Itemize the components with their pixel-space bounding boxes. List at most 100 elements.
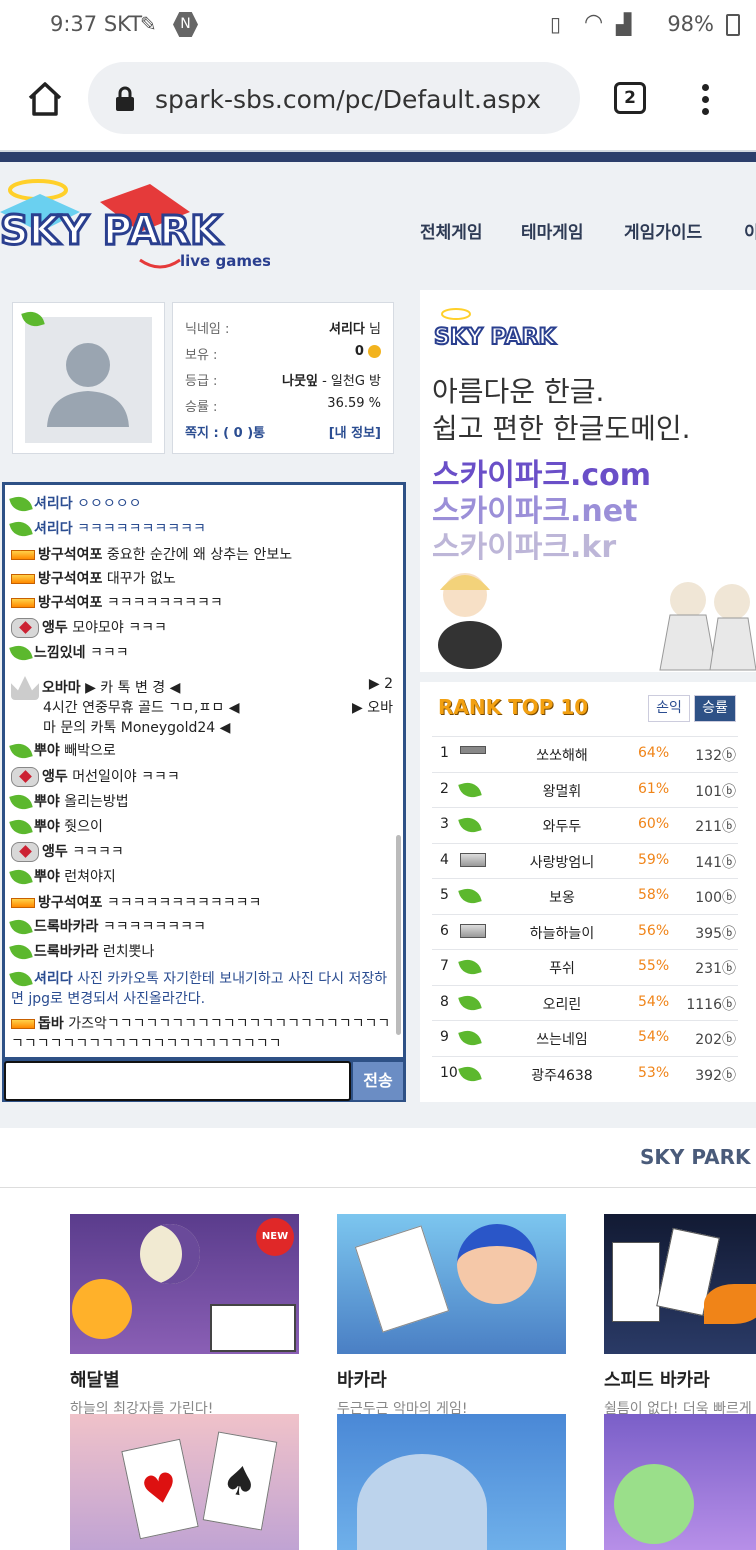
rank-row[interactable]: 1 쏘쏘해해 64% 132ⓑ <box>432 736 738 771</box>
chat-nickname[interactable]: 방구석여포 <box>38 895 102 911</box>
rank-row[interactable]: 7 푸쉬 55% 231ⓑ <box>432 949 738 984</box>
chat-nickname[interactable]: 방구석여포 <box>38 571 102 587</box>
game-title[interactable]: 해달별 <box>70 1366 299 1392</box>
chat-message: 방구석여포 중요한 순간에 왜 상추는 안보노 <box>11 545 396 565</box>
chat-nickname[interactable]: 느낌있네 <box>34 645 86 661</box>
game-card-odd-even[interactable] <box>337 1414 566 1550</box>
flag-icon <box>460 923 486 938</box>
skypark-logo[interactable]: SKY PARK live games <box>0 172 270 277</box>
flame-icon <box>704 1284 756 1324</box>
chat-scrollbar[interactable] <box>396 835 401 1035</box>
nav-more[interactable]: 이 <box>744 218 756 243</box>
game-card-baccarat[interactable]: 바카라 두근두근 악마의 게임! <box>337 1214 566 1418</box>
chat-nickname[interactable]: 돕바 <box>38 1016 64 1032</box>
chat-nickname[interactable]: 오바마 <box>42 680 81 696</box>
chat-message: 느낌있네 ㅋㅋㅋ <box>9 642 396 664</box>
rank-row[interactable]: 4 사랑방엄니 59% 141ⓑ <box>432 842 738 878</box>
chat-nickname[interactable]: 셔리다 <box>34 971 73 987</box>
leaf-icon <box>9 642 33 664</box>
nav-all-games[interactable]: 전체게임 <box>420 218 483 243</box>
rank-nickname[interactable]: 오리린 <box>492 994 632 1014</box>
rank-row[interactable]: 3 와두두 60% 211ⓑ <box>432 807 738 842</box>
rank-nickname[interactable]: 사랑방엄니 <box>492 852 632 872</box>
nav-theme-games[interactable]: 테마게임 <box>521 218 584 243</box>
chat-message: 돕바 가즈악ㄱㄱㄱㄱㄱㄱㄱㄱㄱㄱㄱㄱㄱㄱㄱㄱㄱㄱㄱㄱㄱㄱㄱㄱㄱㄱㄱㄱㄱㄱㄱㄱㄱㄱ… <box>11 1014 396 1054</box>
rank-nickname[interactable]: 와두두 <box>492 816 632 836</box>
rank-nickname[interactable]: 하늘하늘이 <box>492 923 632 943</box>
game-card-vs[interactable] <box>604 1414 756 1550</box>
game-thumb[interactable]: NEW <box>70 1214 299 1354</box>
domain-ad-banner[interactable]: SKY PARK 아름다운 한글. 쉽고 편한 한글도메인. 스카이파크.com… <box>420 290 756 672</box>
game-thumb[interactable] <box>604 1414 756 1550</box>
home-icon[interactable] <box>26 80 64 118</box>
chat-nickname[interactable]: 셔리다 <box>34 496 73 512</box>
monster-icon <box>614 1464 694 1544</box>
ad-logo: SKY PARK <box>434 308 558 351</box>
nickname-label: 닉네임 : <box>185 322 230 337</box>
chat-input[interactable] <box>4 1061 351 1101</box>
chat-nickname[interactable]: 드록바카라 <box>34 944 98 960</box>
rank-count: 392ⓑ <box>695 1067 736 1084</box>
chat-nickname[interactable]: 앵두 <box>42 769 68 785</box>
chat-nickname[interactable]: 뿌야 <box>34 819 60 835</box>
rank-nickname[interactable]: 보옹 <box>492 887 632 907</box>
flag-icon <box>460 852 486 867</box>
menu-icon[interactable] <box>700 84 710 116</box>
chat-nickname[interactable]: 드록바카라 <box>34 919 98 935</box>
vibrate-icon: ▯ <box>550 12 562 36</box>
leaf-icon <box>9 791 33 813</box>
chat-text: ㅋㅋㅋㅋ <box>72 844 124 860</box>
chat-nickname[interactable]: 방구석여포 <box>38 595 102 611</box>
chat-nickname[interactable]: 뿌야 <box>34 794 60 810</box>
rank-row[interactable]: 8 오리린 54% 1116ⓑ <box>432 984 738 1020</box>
rank-nickname[interactable]: 광주4638 <box>492 1065 632 1085</box>
game-card-cards[interactable]: ♥ ♠ <box>70 1414 299 1550</box>
chat-nickname[interactable]: 뿌야 <box>34 869 60 885</box>
send-button[interactable]: 전송 <box>353 1062 403 1100</box>
chat-nickname[interactable]: 앵두 <box>42 620 68 636</box>
chat-text: 머선일이야 ㅋㅋㅋ <box>72 769 180 785</box>
game-card-speed-baccarat[interactable]: 스피드 바카라 쉴틈이 없다! 더욱 빠르게 <box>604 1214 756 1418</box>
rank-nickname[interactable]: 왕멀휘 <box>492 781 632 801</box>
rank-percent: 54% <box>638 993 670 1010</box>
rank-count: 132ⓑ <box>695 748 736 764</box>
rank-count: 101ⓑ <box>695 783 736 800</box>
rank-row[interactable]: 2 왕멀휘 61% 101ⓑ <box>432 771 738 807</box>
game-thumb[interactable] <box>337 1414 566 1550</box>
ad-line-1: 아름다운 한글. <box>432 375 605 408</box>
game-title[interactable]: 바카라 <box>337 1366 566 1392</box>
chat-message: 앵두 ㅋㅋㅋㅋ <box>11 842 396 862</box>
chat-nickname[interactable]: 앵두 <box>42 844 68 860</box>
tab-switcher-button[interactable]: 2 <box>614 82 646 114</box>
chat-nickname[interactable]: 방구석여포 <box>38 547 102 563</box>
tab-winrate[interactable]: 승률 <box>694 695 736 722</box>
chat-nickname[interactable]: 뿌야 <box>34 743 60 759</box>
game-thumb[interactable] <box>337 1214 566 1354</box>
chat-nickname[interactable]: 셔리다 <box>34 521 73 537</box>
rank-row[interactable]: 5 보옹 58% 100ⓑ <box>432 878 738 913</box>
rank-number: 7 <box>440 958 449 974</box>
chat-text: ㅋㅋㅋ <box>89 645 129 661</box>
chat-message: 앵두 머선일이야 ㅋㅋㅋ <box>11 767 396 787</box>
rank-row[interactable]: 9 쓰는네임 54% 202ⓑ <box>432 1020 738 1055</box>
game-card-haedalbyeol[interactable]: NEW 해달별 하늘의 최강자를 가린다! <box>70 1214 299 1418</box>
game-thumb[interactable] <box>604 1214 756 1354</box>
rank-nickname[interactable]: 쓰는네임 <box>492 1029 632 1049</box>
rank-count: 100ⓑ <box>695 890 736 906</box>
nickname-value: 셔리다 <box>329 322 365 337</box>
winrate-label: 승률 : <box>185 400 218 415</box>
nav-game-guide[interactable]: 게임가이드 <box>624 218 702 243</box>
url-text[interactable]: spark-sbs.com/pc/Default.aspx <box>155 85 541 114</box>
note-link[interactable]: 쪽지 : ( 0 )통 <box>185 422 265 441</box>
rank-row[interactable]: 6 하늘하늘이 56% 395ⓑ <box>432 913 738 949</box>
game-title[interactable]: 스피드 바카라 <box>604 1366 756 1392</box>
game-thumb[interactable]: ♥ ♠ <box>70 1414 299 1550</box>
tab-profit[interactable]: 손익 <box>648 695 690 722</box>
rank-nickname[interactable]: 쏘쏘해해 <box>492 745 632 765</box>
chat-text: 모야모야 ㅋㅋㅋ <box>72 620 167 636</box>
rank-nickname[interactable]: 푸쉬 <box>492 958 632 978</box>
spade-card-icon: ♠ <box>202 1431 278 1531</box>
chat-log[interactable]: 셔리다 ㅇㅇㅇㅇㅇ 셔리다 ㅋㅋㅋㅋㅋㅋㅋㅋㅋㅋ 방구석여포 중요한 순간에 왜 상… <box>5 485 403 1057</box>
rank-row[interactable]: 10 광주4638 53% 392ⓑ <box>432 1055 738 1091</box>
myinfo-link[interactable]: [내 정보] <box>329 422 381 441</box>
